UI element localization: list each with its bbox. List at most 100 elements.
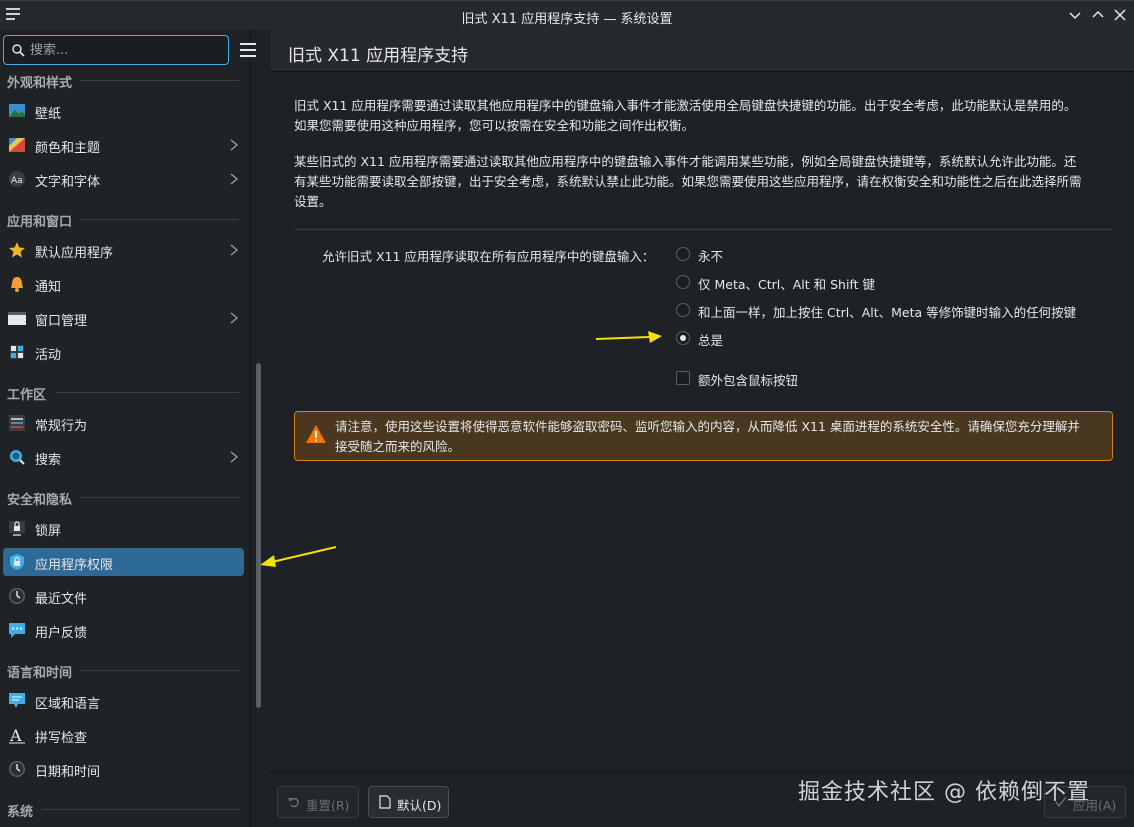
category-system: 系统	[7, 805, 34, 820]
maximize-icon[interactable]	[1090, 7, 1106, 23]
sidebar-item-default-apps[interactable]: 默认应用程序	[3, 236, 244, 264]
category-appearance: 外观和样式	[7, 76, 73, 91]
sidebar-item-general-behavior[interactable]: 常规行为	[3, 409, 244, 437]
sidebar-item-colors[interactable]: 颜色和主题	[3, 131, 244, 159]
colors-icon	[9, 138, 25, 152]
wallpaper-icon	[9, 104, 25, 117]
radio-never[interactable]: 永不	[676, 244, 1096, 266]
search-icon	[10, 450, 25, 465]
sidebar-item-notifications[interactable]: 通知	[3, 270, 244, 298]
sidebar-item-label: 常规行为	[35, 419, 88, 434]
sidebar-item-label: 颜色和主题	[35, 141, 101, 156]
warning-text: 请注意，使用这些设置将使得恶意软件能够盗取密码、监听您输入的内容，从而降低 X1…	[335, 417, 1107, 457]
checkbox[interactable]	[676, 371, 690, 385]
description-paragraph-2: 某些旧式的 X11 应用程序需要通过读取其他应用程序中的键盘输入事件才能调用某些…	[294, 152, 1114, 212]
radio-modifiers-plus-keys[interactable]: 和上面一样，加上按住 Ctrl、Alt、Meta 等修饰键时输入的任何按键	[676, 300, 1096, 322]
annotation-arrow-icon	[595, 331, 662, 343]
sidebar-scrollbar[interactable]	[256, 363, 261, 708]
chevron-right-icon	[230, 451, 238, 463]
sidebar-item-label: 日期和时间	[35, 765, 101, 780]
sidebar-item-wallpaper[interactable]: 壁纸	[3, 97, 244, 125]
chevron-right-icon	[230, 139, 238, 151]
divider	[55, 392, 239, 393]
radio-label: 总是	[698, 333, 724, 348]
window-titlebar: 旧式 X11 应用程序支持 — 系统设置	[0, 0, 1134, 30]
category-security-privacy: 安全和隐私	[7, 493, 73, 508]
sidebar-item-label: 活动	[35, 348, 62, 363]
divider	[42, 809, 239, 810]
description-paragraph-1: 旧式 X11 应用程序需要通过读取其他应用程序中的键盘输入事件才能激活使用全局键…	[294, 96, 1114, 136]
sidebar-item-label: 窗口管理	[35, 314, 88, 329]
warning-icon	[306, 425, 326, 443]
sidebar-item-lock-screen[interactable]: 锁屏	[3, 514, 244, 542]
radio-button[interactable]	[676, 275, 690, 289]
divider	[294, 229, 1113, 230]
button-label: 重置(R)	[306, 798, 350, 813]
minimize-icon[interactable]	[1067, 7, 1083, 23]
radio-label: 和上面一样，加上按住 Ctrl、Alt、Meta 等修饰键时输入的任何按键	[698, 305, 1077, 320]
divider	[80, 219, 239, 220]
lock-screen-icon	[9, 521, 25, 536]
keyboard-access-label: 允许旧式 X11 应用程序读取在所有应用程序中的键盘输入：	[322, 249, 655, 264]
sidebar-item-window-management[interactable]: 窗口管理	[3, 304, 244, 332]
activities-icon	[10, 345, 24, 359]
radio-always[interactable]: 总是	[676, 328, 1096, 350]
bell-icon	[11, 277, 23, 292]
button-label: 默认(D)	[397, 798, 442, 813]
divider	[80, 80, 239, 81]
sidebar-item-spellcheck[interactable]: A 拼写检查	[3, 721, 244, 749]
sidebar-item-date-time[interactable]: 日期和时间	[3, 755, 244, 783]
spellcheck-icon: A	[9, 726, 25, 744]
sidebar-item-label: 应用程序权限	[35, 558, 114, 573]
feedback-icon	[9, 623, 25, 638]
search-input[interactable]	[30, 40, 220, 60]
sidebar-item-fonts[interactable]: Aa 文字和字体	[3, 165, 244, 193]
window-title: 旧式 X11 应用程序支持 — 系统设置	[461, 12, 673, 27]
sidebar-item-label: 搜索	[35, 453, 62, 468]
hamburger-menu-icon[interactable]	[240, 43, 256, 57]
sidebar-item-region-language[interactable]: 区域和语言	[3, 687, 244, 715]
sidebar-item-label: 壁纸	[35, 107, 62, 122]
chevron-right-icon	[230, 244, 238, 256]
sidebar-item-app-permissions[interactable]: 应用程序权限	[3, 548, 244, 576]
search-field[interactable]	[3, 35, 229, 65]
category-workspace: 工作区	[7, 388, 47, 403]
annotation-arrow-icon	[260, 546, 337, 567]
divider	[80, 497, 239, 498]
undo-icon	[288, 797, 299, 808]
search-icon	[12, 44, 25, 57]
page-header: 旧式 X11 应用程序支持	[270, 30, 1134, 72]
clock-icon	[9, 761, 25, 777]
radio-button-checked[interactable]	[676, 331, 690, 345]
svg-text:Aa: Aa	[11, 176, 23, 186]
watermark-text: 掘金技术社区 @ 依赖倒不置	[798, 780, 1090, 805]
sidebar-item-activities[interactable]: 活动	[3, 338, 244, 366]
radio-modifiers-only[interactable]: 仅 Meta、Ctrl、Alt 和 Shift 键	[676, 272, 1096, 294]
include-mouse-buttons-checkbox[interactable]: 额外包含鼠标按钮	[676, 368, 876, 390]
paragraph-line: 旧式 X11 应用程序需要通过读取其他应用程序中的键盘输入事件才能激活使用全局键…	[294, 98, 1077, 113]
general-behavior-icon	[9, 415, 25, 431]
app-permissions-icon	[10, 554, 24, 570]
close-icon[interactable]	[1112, 7, 1128, 23]
radio-button[interactable]	[676, 247, 690, 261]
sidebar-item-label: 文字和字体	[35, 175, 101, 190]
main-content: 旧式 X11 应用程序需要通过读取其他应用程序中的键盘输入事件才能激活使用全局键…	[270, 72, 1134, 772]
chevron-right-icon	[230, 173, 238, 185]
sidebar-item-label: 默认应用程序	[35, 246, 114, 261]
sidebar-item-recent-files[interactable]: 最近文件	[3, 582, 244, 610]
checkbox-label: 额外包含鼠标按钮	[698, 373, 799, 388]
sidebar-item-search[interactable]: 搜索	[3, 443, 244, 471]
paragraph-line: 某些旧式的 X11 应用程序需要通过读取其他应用程序中的键盘输入事件才能调用某些…	[294, 154, 1077, 169]
svg-text:A: A	[9, 726, 22, 744]
divider	[80, 670, 239, 671]
category-apps-windows: 应用和窗口	[7, 215, 73, 230]
radio-label: 仅 Meta、Ctrl、Alt 和 Shift 键	[698, 277, 876, 292]
sidebar-item-label: 用户反馈	[35, 626, 88, 641]
reset-button[interactable]: 重置(R)	[277, 786, 359, 818]
category-language-time: 语言和时间	[7, 666, 73, 681]
paragraph-line: 有某些功能需要读取全部按键，出于安全考虑，系统默认禁止此功能。如果您需要使用这些…	[294, 174, 1082, 189]
defaults-button[interactable]: 默认(D)	[368, 786, 449, 818]
warning-message: 请注意，使用这些设置将使得恶意软件能够盗取密码、监听您输入的内容，从而降低 X1…	[294, 411, 1113, 461]
radio-button[interactable]	[676, 303, 690, 317]
sidebar-item-user-feedback[interactable]: 用户反馈	[3, 616, 244, 644]
